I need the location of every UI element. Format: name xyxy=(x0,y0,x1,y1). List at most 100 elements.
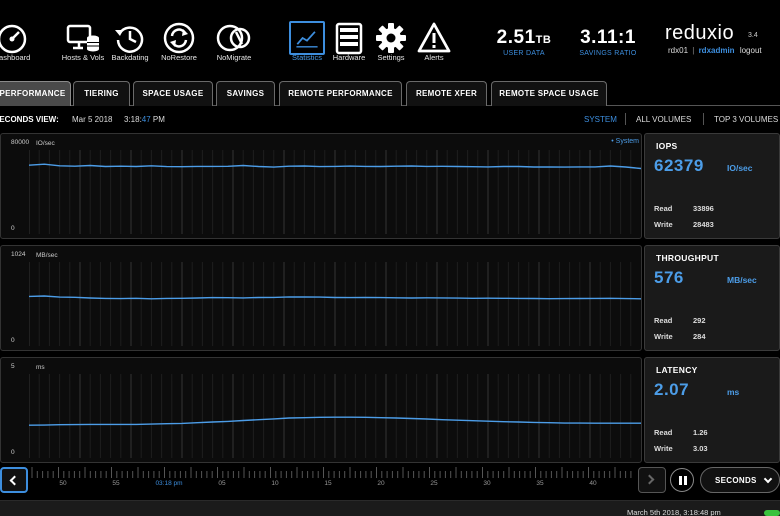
metric-unit: MB/sec xyxy=(727,275,757,285)
read-value: 1.26 xyxy=(693,428,708,437)
timeline-label: 25 xyxy=(430,480,438,487)
tab-performance[interactable]: PERFORMANCE xyxy=(0,81,71,106)
y-axis-min: 0 xyxy=(11,225,15,232)
user-data-value: 2.51 xyxy=(496,27,536,48)
metric-title: LATENCY xyxy=(656,365,698,375)
tab-label: REMOTE XFER xyxy=(415,89,478,98)
y-axis-max: 5 xyxy=(11,363,15,370)
read-value: 33896 xyxy=(693,204,714,213)
nav-label: Alerts xyxy=(424,53,444,62)
chevron-left-icon xyxy=(9,475,20,486)
view-time-seconds: 47 xyxy=(141,115,151,124)
reduxio-logo: reduxio xyxy=(665,22,735,44)
granularity-select[interactable]: SECONDS xyxy=(700,467,780,493)
write-label: Write xyxy=(654,444,673,453)
restore-arrows-icon xyxy=(163,22,195,54)
read-label: Read xyxy=(654,428,673,437)
timeline-label: 30 xyxy=(483,480,491,487)
user-data-unit: TB xyxy=(535,34,552,46)
user-info: rdx01 | rdxadmin logout xyxy=(668,46,762,55)
y-axis-min: 0 xyxy=(11,337,15,344)
status-footer: March 5th 2018, 3:18:48 pm xyxy=(0,500,780,516)
tab-label: SPACE USAGE xyxy=(142,89,204,98)
user-data-label: USER DATA xyxy=(503,50,545,57)
migrate-icon xyxy=(216,24,251,52)
stats-tabs: PERFORMANCE TIERING SPACE USAGE SAVINGS … xyxy=(0,78,780,106)
iops-plot xyxy=(29,150,641,234)
scope-divider xyxy=(703,113,704,125)
gauge-icon xyxy=(0,24,27,54)
granularity-value: SECONDS xyxy=(715,476,757,485)
read-label: Read xyxy=(654,204,673,213)
view-title: SECONDS VIEW: xyxy=(0,115,59,124)
iops-chart: 80000 0 IO/sec • System xyxy=(0,133,642,239)
chevron-down-icon xyxy=(763,474,773,484)
pause-icon xyxy=(684,476,687,485)
throughput-plot xyxy=(29,262,641,346)
nav-alerts[interactable]: Alerts xyxy=(406,18,462,66)
logout-link[interactable]: logout xyxy=(740,46,762,55)
tab-label: TIERING xyxy=(84,89,119,98)
timeline-track[interactable]: 50 55 03:18 pm 05 10 15 20 25 30 35 40 xyxy=(30,466,634,496)
system-name: rdx01 xyxy=(668,46,689,55)
scope-all-volumes[interactable]: ALL VOLUMES xyxy=(636,115,691,124)
footer-timestamp: March 5th 2018, 3:18:48 pm xyxy=(627,508,721,516)
status-indicator xyxy=(764,510,780,516)
tab-label: REMOTE PERFORMANCE xyxy=(288,89,393,98)
metric-unit: ms xyxy=(727,387,740,397)
timeline-label: 15 xyxy=(324,480,332,487)
latency-metric-card: LATENCY 2.07 ms Read 1.26 Write 3.03 xyxy=(644,357,780,463)
timeline-label-current: 03:18 pm xyxy=(155,480,183,487)
read-value: 292 xyxy=(693,316,706,325)
tab-savings[interactable]: SAVINGS xyxy=(216,81,275,106)
tab-remote-xfer[interactable]: REMOTE XFER xyxy=(406,81,487,106)
timeline-label: 10 xyxy=(271,480,279,487)
timeline-label: 20 xyxy=(377,480,385,487)
version-label: 3.4 xyxy=(748,32,758,39)
savings-ratio-label: SAVINGS RATIO xyxy=(579,50,637,57)
timeline-label: 55 xyxy=(112,480,120,487)
write-value: 28483 xyxy=(693,220,714,229)
y-axis-max: 80000 xyxy=(11,139,30,146)
gear-icon xyxy=(376,23,406,53)
metric-title: THROUGHPUT xyxy=(656,253,719,263)
username: rdxadmin xyxy=(698,46,735,55)
nav-label: NoMigrate xyxy=(216,53,252,62)
clock-back-icon xyxy=(115,26,144,53)
tab-label: REMOTE SPACE USAGE xyxy=(499,89,599,98)
timeline-bar: 50 55 03:18 pm 05 10 15 20 25 30 35 40 S… xyxy=(0,466,780,496)
pause-button[interactable] xyxy=(670,468,694,492)
tab-remote-performance[interactable]: REMOTE PERFORMANCE xyxy=(279,81,402,106)
view-time-suffix: PM xyxy=(150,115,165,124)
tab-remote-space-usage[interactable]: REMOTE SPACE USAGE xyxy=(491,81,607,106)
write-value: 284 xyxy=(693,332,706,341)
metric-value: 576 xyxy=(654,268,684,287)
latency-plot xyxy=(29,374,641,458)
view-time-prefix: 3:18: xyxy=(124,115,142,124)
tab-label: PERFORMANCE xyxy=(0,89,66,98)
timeline-next-button[interactable] xyxy=(638,467,666,493)
nav-dashboard[interactable]: Dashboard xyxy=(0,18,40,66)
scope-system[interactable]: SYSTEM xyxy=(584,115,617,124)
pause-icon xyxy=(679,476,682,485)
scope-top-3-volumes[interactable]: TOP 3 VOLUMES xyxy=(714,115,778,124)
timeline-label: 50 xyxy=(59,480,67,487)
view-bar: SECONDS VIEW: Mar 5 2018 3:18:47 PM SYST… xyxy=(0,108,780,130)
iops-metric-card: IOPS 62379 IO/sec Read 33896 Write 28483 xyxy=(644,133,780,239)
tab-tiering[interactable]: TIERING xyxy=(73,81,130,106)
timeline-prev-button[interactable] xyxy=(0,467,28,493)
tab-space-usage[interactable]: SPACE USAGE xyxy=(133,81,213,106)
latency-chart: 5 0 ms xyxy=(0,357,642,463)
throughput-chart: 1024 0 MB/sec xyxy=(0,245,642,351)
user-data-stat: 2.51TB USER DATA xyxy=(494,27,554,57)
y-axis-min: 0 xyxy=(11,449,15,456)
metric-value: 62379 xyxy=(654,156,704,175)
user-separator: | xyxy=(692,46,695,55)
savings-ratio-stat: 3.11:1 SAVINGS RATIO xyxy=(573,27,643,57)
timeline-ticks xyxy=(31,467,632,478)
nav-label: Dashboard xyxy=(0,53,31,62)
warning-icon xyxy=(417,22,451,53)
nav-nomigrate[interactable]: NoMigrate xyxy=(206,18,262,66)
write-value: 3.03 xyxy=(693,444,708,453)
throughput-metric-card: THROUGHPUT 576 MB/sec Read 292 Write 284 xyxy=(644,245,780,351)
